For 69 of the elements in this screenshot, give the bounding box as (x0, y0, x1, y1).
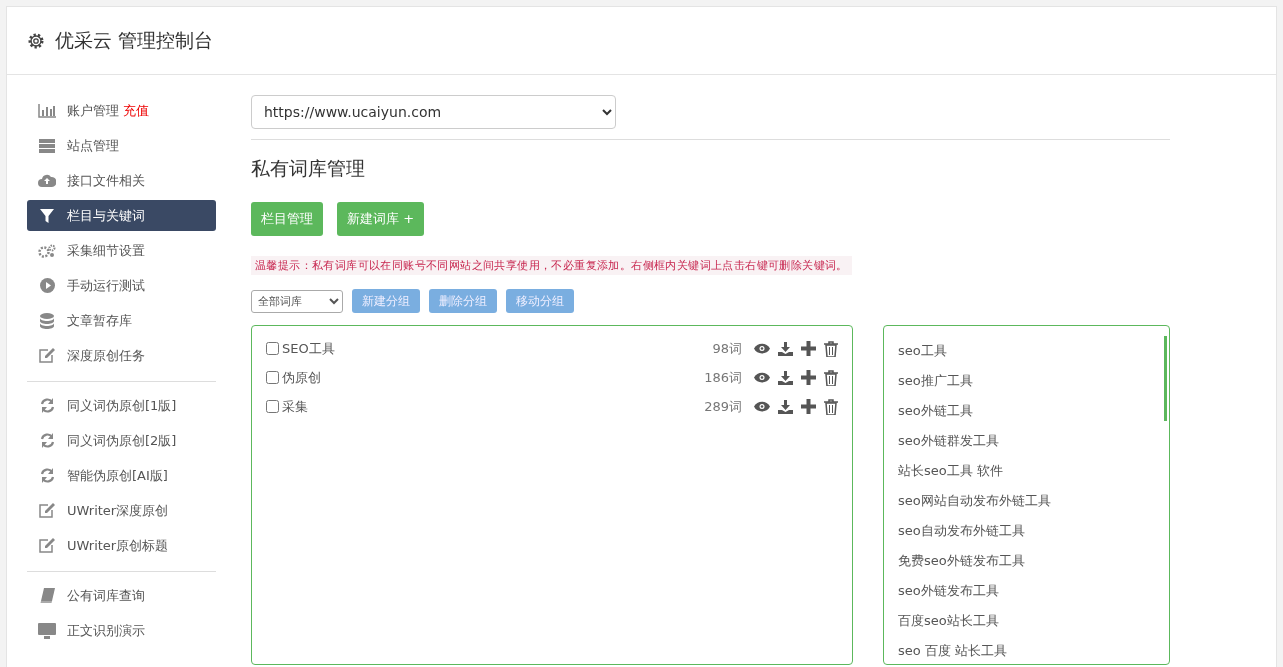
download-icon[interactable] (778, 399, 793, 414)
keyword-item[interactable]: seo网站自动发布外链工具 (898, 486, 1155, 516)
word-count: 289词 (704, 397, 742, 416)
site-select[interactable]: https://www.ucaiyun.com (251, 95, 616, 129)
scrollbar-thumb[interactable] (1164, 336, 1167, 421)
trash-icon[interactable] (824, 369, 838, 386)
download-icon[interactable] (778, 370, 793, 385)
keyword-item[interactable]: seo外链群发工具 (898, 426, 1155, 456)
refresh-icon (39, 398, 55, 413)
database-icon (40, 312, 54, 329)
sidebar-item[interactable]: 深度原创任务 (27, 340, 216, 371)
trash-icon[interactable] (824, 398, 838, 415)
sidebar-item[interactable]: 同义词伪原创[2版] (27, 425, 216, 456)
sidebar-item[interactable]: 站点管理 (27, 130, 216, 161)
group-select[interactable]: 全部词库 (251, 289, 343, 313)
bar-chart-icon (38, 103, 56, 118)
cloud-upload-icon (38, 174, 56, 187)
sidebar-item[interactable]: 同义词伪原创[1版] (27, 390, 216, 421)
play-icon (39, 278, 55, 293)
filter-icon (40, 208, 54, 223)
sidebar-item[interactable]: 账户管理 充值 (27, 95, 216, 126)
edit-icon (39, 538, 55, 553)
app-title: 优采云 管理控制台 (55, 27, 214, 53)
keyword-item[interactable]: seo外链工具 (898, 396, 1155, 426)
keyword-item[interactable]: seo 百度 站长工具 (898, 636, 1155, 666)
sidebar-item[interactable]: 接口文件相关 (27, 165, 216, 196)
plus-icon[interactable] (801, 341, 816, 356)
checkbox[interactable] (266, 342, 279, 355)
plus-icon[interactable] (801, 399, 816, 414)
settings-icon (27, 31, 45, 50)
page-title: 私有词库管理 (251, 156, 366, 181)
tip-text: 温馨提示：私有词库可以在同账号不同网站之间共享使用，不必重复添加。右侧框内关键词上点击右键可删除关键词。 (251, 256, 852, 275)
library-name[interactable]: SEO工具 (282, 340, 335, 356)
recharge-link[interactable]: 充值 (123, 101, 149, 120)
sidebar-item[interactable]: UWriter原创标题 (27, 530, 216, 561)
keyword-item[interactable]: seo自动发布外链工具 (898, 516, 1155, 546)
sidebar-item[interactable]: 公有词库查询 (27, 580, 216, 611)
word-count: 186词 (704, 368, 742, 387)
eye-icon[interactable] (754, 401, 770, 412)
keyword-item[interactable]: seo外链发布工具 (898, 576, 1155, 606)
edit-icon (39, 348, 55, 363)
sidebar-item[interactable]: 栏目与关键词 (27, 200, 216, 231)
sidebar-item[interactable]: UWriter深度原创 (27, 495, 216, 526)
keyword-item[interactable]: seo推广工具 (898, 366, 1155, 396)
server-icon (39, 138, 55, 153)
sidebar-item[interactable]: 手动运行测试 (27, 270, 216, 301)
keyword-item[interactable]: 站长seo工具 软件 (898, 456, 1155, 486)
eye-icon[interactable] (754, 343, 770, 354)
keyword-item[interactable]: 免费seo外链发布工具 (898, 546, 1155, 576)
word-count: 98词 (712, 339, 742, 358)
checkbox[interactable] (266, 371, 279, 384)
monitor-icon (38, 622, 56, 639)
book-icon (39, 588, 55, 603)
trash-icon[interactable] (824, 340, 838, 357)
sidebar-item[interactable]: 智能伪原创[AI版] (27, 460, 216, 491)
library-name[interactable]: 伪原创 (282, 369, 321, 385)
download-icon[interactable] (778, 341, 793, 356)
checkbox[interactable] (266, 400, 279, 413)
keyword-item[interactable]: 百度seo站长工具 (898, 606, 1155, 636)
sidebar-item[interactable]: 文章暂存库 (27, 305, 216, 336)
edit-icon (39, 503, 55, 518)
eye-icon[interactable] (754, 372, 770, 383)
refresh-icon (39, 468, 55, 483)
sidebar-item[interactable]: 采集细节设置 (27, 235, 216, 266)
sidebar-item[interactable]: 正文识别演示 (27, 615, 216, 646)
plus-icon[interactable] (801, 370, 816, 385)
library-name[interactable]: 采集 (282, 398, 308, 414)
keyword-item[interactable]: seo工具 (898, 336, 1155, 366)
refresh-icon (39, 433, 55, 448)
